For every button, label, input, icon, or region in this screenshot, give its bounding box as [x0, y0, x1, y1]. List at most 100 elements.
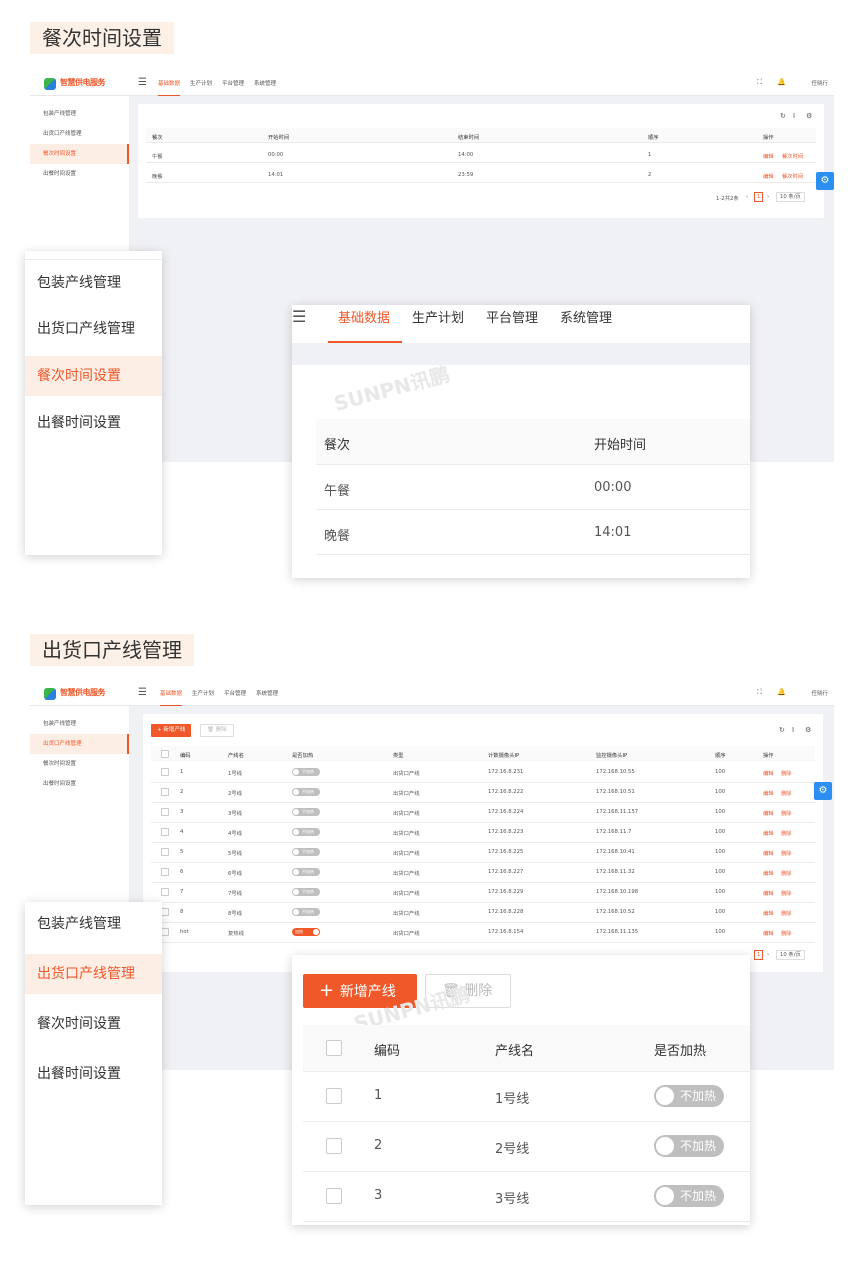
zoom-row-checkbox[interactable] — [326, 1088, 342, 1104]
row-checkbox[interactable] — [161, 888, 169, 896]
select-all-checkbox[interactable] — [161, 750, 169, 758]
sidebar-item-outlet[interactable]: 出货口产线管理 — [30, 124, 129, 144]
delete-link[interactable]: 删除 — [781, 829, 792, 837]
add-line-button[interactable]: + 新增产线 — [151, 724, 192, 737]
zoom-sidebar-item-packaging[interactable]: 包装产线管理 — [25, 263, 162, 303]
page-size-select[interactable]: 10 条/页 — [776, 950, 805, 960]
row-checkbox[interactable] — [161, 928, 169, 936]
user-name[interactable]: 任晓行 — [811, 682, 828, 706]
meal-time-link[interactable]: 餐次时间 — [782, 172, 803, 180]
zoom-heat-toggle[interactable]: 不加热 — [654, 1085, 724, 1107]
nav-production-plan[interactable]: 生产计划 — [192, 682, 214, 706]
sidebar-item-serve-time[interactable]: 出餐时间设置 — [30, 164, 129, 184]
heat-toggle[interactable]: 不加热 — [292, 788, 320, 796]
row-checkbox[interactable] — [161, 768, 169, 776]
sidebar-item-packaging[interactable]: 包装产线管理 — [30, 714, 129, 734]
float-settings-button[interactable]: ⚙ — [814, 782, 832, 800]
edit-link[interactable]: 编辑 — [763, 889, 774, 897]
bell-icon[interactable]: 🔔 — [777, 78, 786, 86]
sidebar-item-packaging[interactable]: 包装产线管理 — [30, 104, 129, 124]
delete-link[interactable]: 删除 — [781, 909, 792, 917]
nav-production-plan[interactable]: 生产计划 — [190, 72, 212, 96]
zoom-sidebar-item-outlet[interactable]: 出货口产线管理 — [25, 309, 162, 349]
float-settings-button[interactable]: ⚙ — [816, 172, 834, 190]
page-number[interactable]: 1 — [754, 950, 764, 960]
edit-link[interactable]: 编辑 — [763, 809, 774, 817]
edit-link[interactable]: 编辑 — [763, 172, 774, 180]
bell-icon[interactable]: 🔔 — [777, 688, 786, 696]
zoom-heat-toggle[interactable]: 不加热 — [654, 1185, 724, 1207]
sidebar-item-serve-time[interactable]: 出餐时间设置 — [30, 774, 129, 794]
delete-link[interactable]: 删除 — [781, 809, 792, 817]
delete-link[interactable]: 删除 — [781, 889, 792, 897]
edit-link[interactable]: 编辑 — [763, 909, 774, 917]
meal-time-link[interactable]: 餐次时间 — [782, 152, 803, 160]
user-name[interactable]: 任晓行 — [811, 72, 828, 96]
zoom-sidebar-item-meal-time[interactable]: 餐次时间设置 — [25, 1004, 162, 1044]
row-checkbox[interactable] — [161, 828, 169, 836]
edit-link[interactable]: 编辑 — [763, 769, 774, 777]
edit-link[interactable]: 编辑 — [763, 849, 774, 857]
nav-platform[interactable]: 平台管理 — [224, 682, 246, 706]
zoom-row-checkbox[interactable] — [326, 1188, 342, 1204]
nav-system[interactable]: 系统管理 — [256, 682, 278, 706]
sidebar-item-outlet[interactable]: 出货口产线管理 — [30, 734, 129, 754]
heat-toggle[interactable]: 加热 — [292, 928, 320, 936]
heat-toggle[interactable]: 不加热 — [292, 808, 320, 816]
zoom-select-all-checkbox[interactable] — [326, 1040, 342, 1056]
nav-basic-data[interactable]: 基础数据 — [158, 72, 181, 96]
zoom-nav-system[interactable]: 系统管理 — [560, 307, 612, 326]
zoom-nav-basic-data[interactable]: 基础数据 — [338, 307, 390, 326]
menu-toggle-icon[interactable]: ☰ — [138, 687, 147, 698]
edit-link[interactable]: 编辑 — [763, 152, 774, 160]
zoom-nav-production-plan[interactable]: 生产计划 — [412, 307, 464, 326]
zoom-sidebar-item-serve-time[interactable]: 出餐时间设置 — [25, 403, 162, 443]
row-checkbox[interactable] — [161, 908, 169, 916]
delete-link[interactable]: 删除 — [781, 789, 792, 797]
edit-link[interactable]: 编辑 — [763, 829, 774, 837]
menu-toggle-icon[interactable]: ☰ — [292, 307, 306, 326]
next-page-icon[interactable]: › — [767, 952, 769, 958]
sidebar-item-meal-time[interactable]: 餐次时间设置 — [30, 754, 129, 774]
next-page-icon[interactable]: › — [767, 194, 769, 200]
zoom-sidebar-item-outlet[interactable]: 出货口产线管理 — [25, 954, 162, 994]
row-checkbox[interactable] — [161, 788, 169, 796]
zoom-sidebar-item-packaging[interactable]: 包装产线管理 — [25, 904, 162, 944]
nav-basic-data[interactable]: 基础数据 — [160, 682, 183, 706]
refresh-icon[interactable]: ↻ — [779, 726, 785, 734]
sidebar-item-meal-time[interactable]: 餐次时间设置 — [30, 144, 129, 164]
heat-toggle[interactable]: 不加热 — [292, 768, 320, 776]
fullscreen-icon[interactable]: ⛶ — [757, 688, 762, 697]
delete-button[interactable]: 🗑 删除 — [200, 724, 234, 737]
nav-platform[interactable]: 平台管理 — [222, 72, 244, 96]
menu-toggle-icon[interactable]: ☰ — [138, 77, 147, 88]
row-checkbox[interactable] — [161, 848, 169, 856]
row-checkbox[interactable] — [161, 868, 169, 876]
edit-link[interactable]: 编辑 — [763, 869, 774, 877]
zoom-row-checkbox[interactable] — [326, 1138, 342, 1154]
refresh-icon[interactable]: ↻ — [780, 112, 786, 120]
zoom-heat-toggle[interactable]: 不加热 — [654, 1135, 724, 1157]
zoom-sidebar-item-serve-time[interactable]: 出餐时间设置 — [25, 1054, 162, 1094]
heat-toggle[interactable]: 不加热 — [292, 908, 320, 916]
delete-link[interactable]: 删除 — [781, 849, 792, 857]
delete-link[interactable]: 删除 — [781, 929, 792, 937]
page-number[interactable]: 1 — [754, 192, 764, 202]
heat-toggle[interactable]: 不加热 — [292, 888, 320, 896]
settings-icon[interactable]: ⚙ — [805, 726, 811, 734]
heat-toggle[interactable]: 不加热 — [292, 828, 320, 836]
heat-toggle[interactable]: 不加热 — [292, 848, 320, 856]
fullscreen-icon[interactable]: ⛶ — [757, 78, 762, 87]
prev-page-icon[interactable]: ‹ — [746, 194, 748, 200]
column-height-icon[interactable]: I — [793, 112, 795, 120]
column-height-icon[interactable]: I — [792, 726, 794, 734]
delete-link[interactable]: 删除 — [781, 769, 792, 777]
zoom-nav-platform[interactable]: 平台管理 — [486, 307, 538, 326]
nav-system[interactable]: 系统管理 — [254, 72, 276, 96]
row-checkbox[interactable] — [161, 808, 169, 816]
zoom-sidebar-item-meal-time[interactable]: 餐次时间设置 — [25, 356, 162, 396]
edit-link[interactable]: 编辑 — [763, 789, 774, 797]
page-size-select[interactable]: 10 条/页 — [776, 192, 805, 202]
edit-link[interactable]: 编辑 — [763, 929, 774, 937]
delete-link[interactable]: 删除 — [781, 869, 792, 877]
